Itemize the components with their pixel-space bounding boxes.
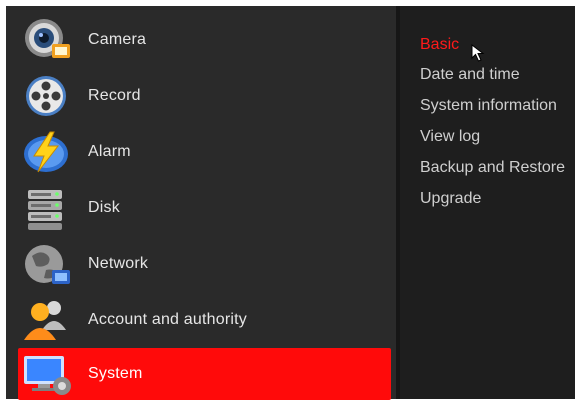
menu-item-label: Network [88, 255, 149, 272]
submenu-item-date-and-time[interactable]: Date and time [420, 66, 520, 84]
menu-item-account-and-authority[interactable]: Account and authority [18, 294, 391, 346]
submenu-item-backup-and-restore[interactable]: Backup and Restore [420, 159, 565, 177]
lightning-alarm-icon [22, 128, 74, 176]
menu-item-network[interactable]: Network [18, 238, 391, 290]
monitor-settings-icon [22, 350, 74, 398]
globe-network-icon [22, 240, 74, 288]
menu-item-disk[interactable]: Disk [18, 182, 391, 234]
settings-screen: Camera Record Alarm Disk Network Account… [6, 6, 575, 400]
menu-item-alarm[interactable]: Alarm [18, 126, 391, 178]
mouse-pointer-icon [471, 44, 485, 62]
hard-disk-icon [22, 184, 74, 232]
menu-item-label: Camera [88, 31, 147, 48]
submenu-panel: Basic Date and time System information V… [400, 6, 575, 399]
menu-item-system[interactable]: System [18, 348, 391, 400]
users-icon [22, 296, 74, 344]
menu-item-label: Alarm [88, 143, 131, 160]
menu-item-camera[interactable]: Camera [18, 14, 391, 66]
main-menu: Camera Record Alarm Disk Network Account… [6, 6, 396, 400]
menu-item-label: Account and authority [88, 311, 247, 328]
menu-item-record[interactable]: Record [18, 70, 391, 122]
menu-item-label: System [88, 365, 143, 382]
submenu-item-system-information[interactable]: System information [420, 97, 557, 115]
submenu-item-view-log[interactable]: View log [420, 128, 480, 146]
submenu-item-basic[interactable]: Basic [420, 36, 459, 54]
camera-icon [22, 16, 74, 64]
menu-item-label: Record [88, 87, 141, 104]
menu-item-label: Disk [88, 199, 120, 216]
submenu-item-upgrade[interactable]: Upgrade [420, 190, 481, 208]
film-reel-icon [22, 72, 74, 120]
